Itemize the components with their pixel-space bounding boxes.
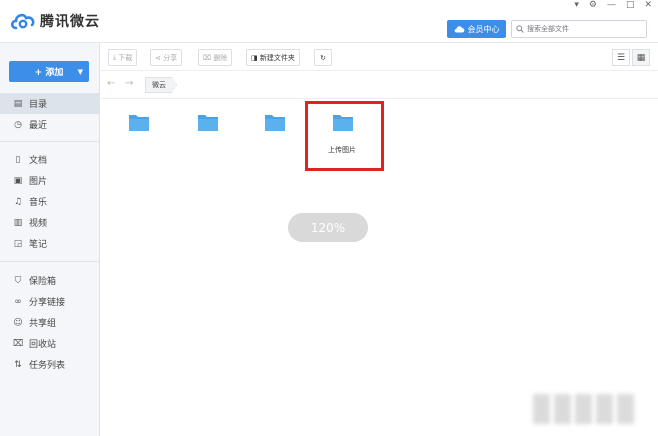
trash-icon: ⌧ bbox=[12, 338, 24, 349]
zoom-label: 120% bbox=[310, 220, 346, 235]
sidebar-item-task-list[interactable]: ⇅ 任务列表 bbox=[0, 354, 100, 375]
window-controls: ▾ ⚙ — □ ✕ bbox=[574, 0, 652, 10]
trash-icon: ⌧ bbox=[203, 53, 214, 62]
sidebar-item-label: 音乐 bbox=[29, 198, 48, 208]
path-bar: ← → 微云 bbox=[101, 71, 658, 99]
app-logo: 腾讯微云 bbox=[10, 11, 100, 31]
sidebar-item-safe[interactable]: ⛉ 保险箱 bbox=[0, 270, 100, 291]
list-view-icon: ☰ bbox=[616, 52, 626, 63]
sidebar-item-documents[interactable]: ▯ 文档 bbox=[0, 149, 100, 170]
breadcrumb[interactable]: 微云 bbox=[145, 77, 177, 93]
document-icon: ▯ bbox=[15, 154, 21, 165]
folder-icon bbox=[129, 115, 149, 131]
sidebar: + 添加 ▼ ▤ 目录 ◷ 最近 ▯ 文档 ▣ 图片 ♫ 音乐 ▥ 视频 ◲ 笔… bbox=[0, 43, 100, 436]
shield-icon: ⛉ bbox=[14, 275, 22, 286]
sidebar-item-label: 文档 bbox=[29, 156, 48, 166]
sidebar-item-shared-groups[interactable]: ☺ 共享组 bbox=[0, 312, 100, 333]
sidebar-item-notes[interactable]: ◲ 笔记 bbox=[0, 233, 100, 254]
folder-icon bbox=[198, 115, 218, 131]
sidebar-item-label: 目录 bbox=[29, 100, 48, 110]
grid-view-button[interactable]: ▦ bbox=[632, 49, 650, 66]
refresh-icon: ↻ bbox=[320, 53, 326, 62]
chevron-down-icon: ▼ bbox=[77, 68, 83, 76]
sidebar-item-label: 回收站 bbox=[29, 340, 57, 350]
sidebar-item-share-links[interactable]: ∞ 分享链接 bbox=[0, 291, 100, 312]
settings-icon[interactable]: ⚙ bbox=[589, 0, 597, 10]
delete-label: 删除 bbox=[213, 53, 228, 62]
vip-cloud-icon bbox=[454, 26, 464, 33]
app-title: 腾讯微云 bbox=[40, 14, 100, 30]
nav-group-categories: ▯ 文档 ▣ 图片 ♫ 音乐 ▥ 视频 ◲ 笔记 bbox=[0, 149, 100, 254]
watermark bbox=[533, 394, 653, 424]
back-arrow-icon[interactable]: ← bbox=[107, 78, 115, 89]
highlight-box bbox=[305, 101, 384, 171]
sidebar-item-video[interactable]: ▥ 视频 bbox=[0, 212, 100, 233]
sidebar-item-label: 保险箱 bbox=[29, 277, 57, 287]
grid-view-icon: ▦ bbox=[636, 52, 646, 63]
download-label: 下载 bbox=[118, 53, 133, 62]
sidebar-item-label: 图片 bbox=[29, 177, 48, 187]
download-button[interactable]: ⤓ 下载 bbox=[108, 49, 138, 66]
sidebar-item-label: 视频 bbox=[29, 219, 48, 229]
delete-button[interactable]: ⌧ 删除 bbox=[198, 49, 233, 66]
sidebar-item-recycle-bin[interactable]: ⌧ 回收站 bbox=[0, 333, 100, 354]
add-button-label: + 添加 bbox=[34, 68, 64, 78]
clock-icon: ◷ bbox=[14, 119, 22, 130]
directory-icon: ▤ bbox=[13, 98, 23, 109]
transfer-icon: ⇅ bbox=[14, 359, 22, 370]
close-icon[interactable]: ✕ bbox=[644, 0, 652, 10]
folder-icon bbox=[265, 115, 285, 131]
search-input[interactable] bbox=[527, 25, 637, 33]
sidebar-item-images[interactable]: ▣ 图片 bbox=[0, 170, 100, 191]
link-icon: ∞ bbox=[14, 296, 22, 307]
folder-item[interactable] bbox=[264, 112, 294, 135]
new-folder-icon: ◨ bbox=[251, 53, 260, 62]
search-icon bbox=[516, 25, 524, 33]
share-label: 分享 bbox=[163, 53, 178, 62]
sidebar-item-label: 最近 bbox=[29, 121, 48, 131]
cloud-logo-icon bbox=[10, 13, 35, 30]
sidebar-item-directory[interactable]: ▤ 目录 bbox=[0, 93, 100, 114]
share-button[interactable]: ⋖ 分享 bbox=[150, 49, 183, 66]
share-icon: ⋖ bbox=[155, 53, 164, 62]
nav-group-main: ▤ 目录 ◷ 最近 bbox=[0, 93, 100, 135]
new-folder-button[interactable]: ◨ 新建文件夹 bbox=[246, 49, 300, 66]
sidebar-item-recent[interactable]: ◷ 最近 bbox=[0, 114, 100, 135]
refresh-button[interactable]: ↻ bbox=[314, 49, 332, 66]
nav-group-tools: ⛉ 保险箱 ∞ 分享链接 ☺ 共享组 ⌧ 回收站 ⇅ 任务列表 bbox=[0, 270, 100, 375]
group-icon: ☺ bbox=[13, 317, 23, 328]
maximize-icon[interactable]: □ bbox=[626, 0, 635, 10]
search-box[interactable] bbox=[511, 20, 647, 38]
toolbar: ⤓ 下载 ⋖ 分享 ⌧ 删除 ◨ 新建文件夹 ↻ ☰ ▦ bbox=[101, 43, 658, 71]
sidebar-item-label: 笔记 bbox=[29, 240, 48, 250]
vip-center-button[interactable]: 会员中心 bbox=[447, 20, 506, 38]
list-view-button[interactable]: ☰ bbox=[612, 49, 630, 66]
menu-dropdown-icon[interactable]: ▾ bbox=[574, 0, 579, 10]
sidebar-divider bbox=[0, 261, 100, 262]
sidebar-item-label: 任务列表 bbox=[29, 361, 66, 371]
folder-item[interactable] bbox=[128, 112, 158, 135]
sidebar-item-label: 分享链接 bbox=[29, 298, 66, 308]
video-icon: ▥ bbox=[13, 217, 23, 228]
minimize-icon[interactable]: — bbox=[607, 0, 616, 10]
image-icon: ▣ bbox=[13, 175, 23, 186]
sidebar-item-music[interactable]: ♫ 音乐 bbox=[0, 191, 100, 212]
folder-item[interactable] bbox=[197, 112, 227, 135]
zoom-indicator: 120% bbox=[288, 213, 368, 242]
breadcrumb-current: 微云 bbox=[152, 81, 166, 89]
add-button[interactable]: + 添加 ▼ bbox=[9, 61, 89, 82]
vip-center-label: 会员中心 bbox=[467, 24, 500, 34]
music-icon: ♫ bbox=[13, 196, 23, 207]
title-bar: 腾讯微云 ▾ ⚙ — □ ✕ 会员中心 bbox=[0, 0, 658, 43]
sidebar-divider bbox=[0, 141, 100, 142]
forward-arrow-icon[interactable]: → bbox=[125, 78, 133, 89]
new-folder-label: 新建文件夹 bbox=[259, 53, 295, 62]
sidebar-item-label: 共享组 bbox=[29, 319, 57, 329]
note-icon: ◲ bbox=[13, 238, 23, 249]
